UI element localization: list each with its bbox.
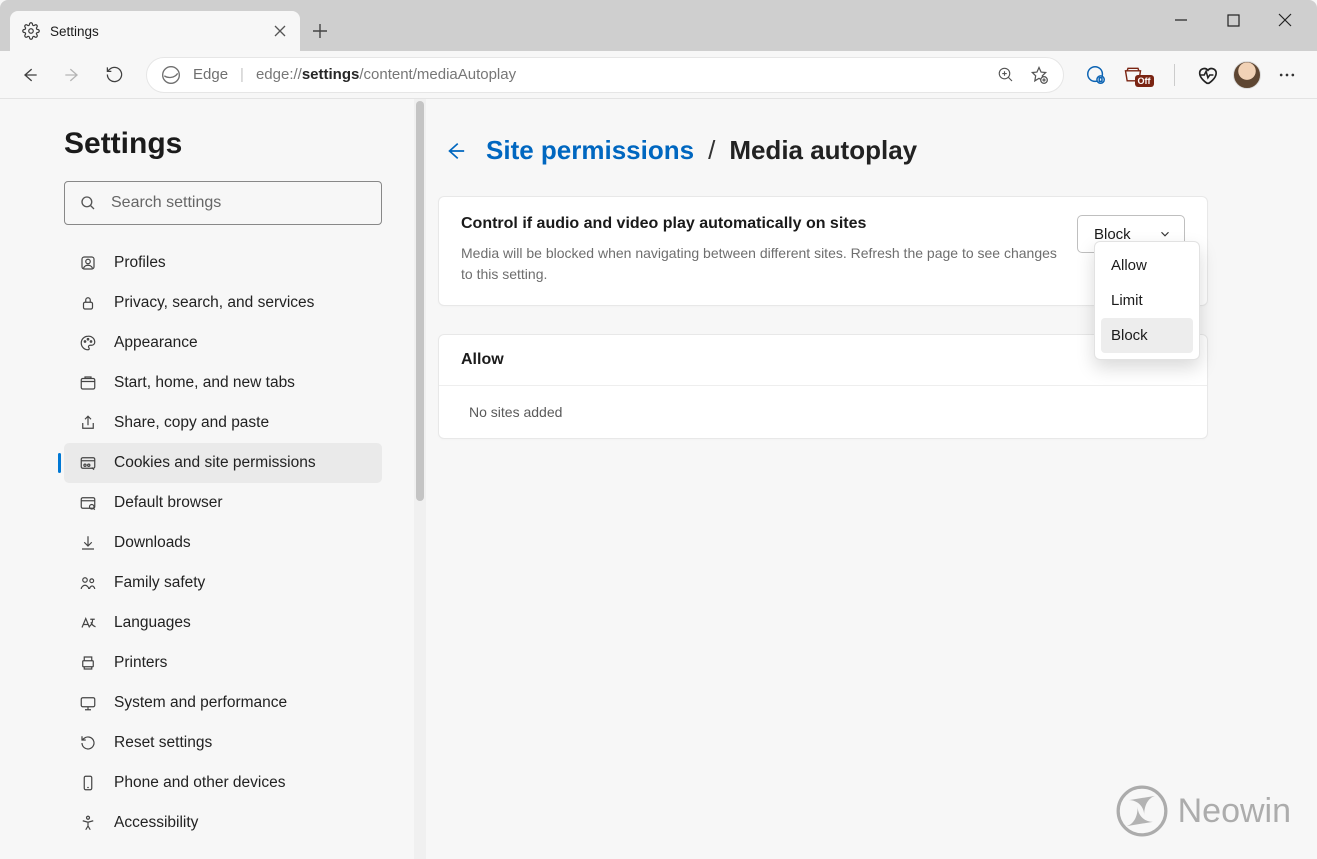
sidebar-item-label: Share, copy and paste [114, 414, 269, 432]
sidebar-item-languages[interactable]: Languages [64, 603, 382, 643]
sidebar-item-start-home-and-new-tabs[interactable]: Start, home, and new tabs [64, 363, 382, 403]
more-menu-button[interactable] [1267, 55, 1307, 95]
share-icon [78, 414, 98, 432]
settings-search-input[interactable]: Search settings [64, 181, 382, 225]
allow-list-empty: No sites added [439, 386, 1207, 438]
sidebar-item-downloads[interactable]: Downloads [64, 523, 382, 563]
breadcrumb-current: Media autoplay [729, 135, 917, 166]
breadcrumb-link[interactable]: Site permissions [486, 135, 694, 166]
settings-gear-icon [22, 22, 40, 40]
toolbar-separator [1174, 64, 1175, 86]
site-identity: Edge [193, 66, 228, 83]
download-icon [78, 534, 98, 552]
sidebar-item-label: Start, home, and new tabs [114, 374, 295, 392]
browser-toolbar: Edge | edge://settings/content/mediaAuto… [0, 51, 1317, 99]
lock-icon [78, 294, 98, 312]
sidebar-item-label: Cookies and site permissions [114, 454, 316, 472]
tabs-icon [78, 374, 98, 392]
nav-back-button[interactable] [10, 55, 50, 95]
sidebar-item-label: System and performance [114, 694, 287, 712]
sidebar-item-system-and-performance[interactable]: System and performance [64, 683, 382, 723]
setting-title: Control if audio and video play automati… [461, 215, 1057, 233]
printer-icon [78, 654, 98, 672]
health-icon[interactable] [1187, 55, 1227, 95]
sidebar-item-label: Family safety [114, 574, 205, 592]
sidebar-item-reset-settings[interactable]: Reset settings [64, 723, 382, 763]
profile-avatar[interactable] [1233, 61, 1261, 89]
autoplay-setting-card: Control if audio and video play automati… [438, 196, 1208, 306]
tracking-prevention-icon[interactable] [1076, 55, 1116, 95]
dropdown-option-limit[interactable]: Limit [1101, 283, 1193, 318]
sidebar-item-cookies-and-site-permissions[interactable]: Cookies and site permissions [64, 443, 382, 483]
dropdown-option-allow[interactable]: Allow [1101, 248, 1193, 283]
allow-list-card: Allow No sites added [438, 334, 1208, 439]
palette-icon [78, 334, 98, 352]
sidebar-item-accessibility[interactable]: Accessibility [64, 803, 382, 843]
sidebar-item-default-browser[interactable]: Default browser [64, 483, 382, 523]
browser-icon [78, 494, 98, 512]
collections-icon[interactable]: Off [1122, 55, 1162, 95]
tab-strip: Settings [0, 0, 1317, 51]
chevron-down-icon [1158, 227, 1172, 241]
system-icon [78, 694, 98, 712]
sidebar-item-phone-and-other-devices[interactable]: Phone and other devices [64, 763, 382, 803]
sidebar-item-label: Privacy, search, and services [114, 294, 314, 312]
tab-title: Settings [50, 24, 99, 39]
edge-logo-icon [161, 65, 181, 85]
sidebar-item-profiles[interactable]: Profiles [64, 243, 382, 283]
dropdown-option-block[interactable]: Block [1101, 318, 1193, 353]
off-badge: Off [1135, 75, 1154, 87]
nav-refresh-button[interactable] [94, 55, 134, 95]
settings-heading: Settings [64, 127, 382, 161]
family-icon [78, 574, 98, 592]
search-icon [79, 194, 97, 212]
address-divider: | [240, 66, 244, 83]
phone-icon [78, 774, 98, 792]
sidebar-item-label: Default browser [114, 494, 223, 512]
window-maximize-button[interactable] [1207, 0, 1259, 40]
window-close-button[interactable] [1259, 0, 1311, 40]
url-text: edge://settings/content/mediaAutoplay [256, 66, 516, 83]
sidebar-item-label: Printers [114, 654, 167, 672]
sidebar-item-printers[interactable]: Printers [64, 643, 382, 683]
breadcrumb: Site permissions / Media autoplay [444, 135, 1277, 166]
cookies-icon [78, 454, 98, 472]
sidebar-item-label: Downloads [114, 534, 191, 552]
reset-icon [78, 734, 98, 752]
sidebar-item-label: Accessibility [114, 814, 198, 832]
browser-tab[interactable]: Settings [10, 11, 300, 51]
settings-main-panel: Site permissions / Media autoplay Contro… [414, 99, 1317, 859]
setting-description: Media will be blocked when navigating be… [461, 243, 1057, 285]
dropdown-value: Block [1094, 226, 1131, 243]
autoplay-dropdown-menu: AllowLimitBlock [1094, 241, 1200, 360]
sidebar-item-label: Profiles [114, 254, 166, 272]
nav-forward-button[interactable] [52, 55, 92, 95]
sidebar-item-label: Languages [114, 614, 191, 632]
sidebar-item-label: Reset settings [114, 734, 212, 752]
sidebar-item-label: Appearance [114, 334, 198, 352]
profile-icon [78, 254, 98, 272]
window-minimize-button[interactable] [1155, 0, 1207, 40]
address-bar[interactable]: Edge | edge://settings/content/mediaAuto… [146, 57, 1064, 93]
sidebar-item-family-safety[interactable]: Family safety [64, 563, 382, 603]
new-tab-button[interactable] [300, 11, 340, 51]
favorites-icon[interactable] [1029, 65, 1049, 85]
allow-list-header: Allow [439, 335, 1207, 386]
sidebar-item-appearance[interactable]: Appearance [64, 323, 382, 363]
settings-sidebar: Settings Search settings Profiles Privacy… [0, 99, 414, 859]
sidebar-item-privacy-search-and-services[interactable]: Privacy, search, and services [64, 283, 382, 323]
zoom-icon[interactable] [997, 66, 1015, 84]
tab-close-button[interactable] [272, 23, 288, 39]
search-placeholder: Search settings [111, 194, 221, 212]
accessibility-icon [78, 814, 98, 832]
breadcrumb-separator: / [708, 135, 715, 166]
sidebar-item-share-copy-and-paste[interactable]: Share, copy and paste [64, 403, 382, 443]
language-icon [78, 614, 98, 632]
neowin-watermark: Neowin [1116, 785, 1291, 837]
breadcrumb-back-button[interactable] [444, 140, 472, 162]
sidebar-item-label: Phone and other devices [114, 774, 285, 792]
